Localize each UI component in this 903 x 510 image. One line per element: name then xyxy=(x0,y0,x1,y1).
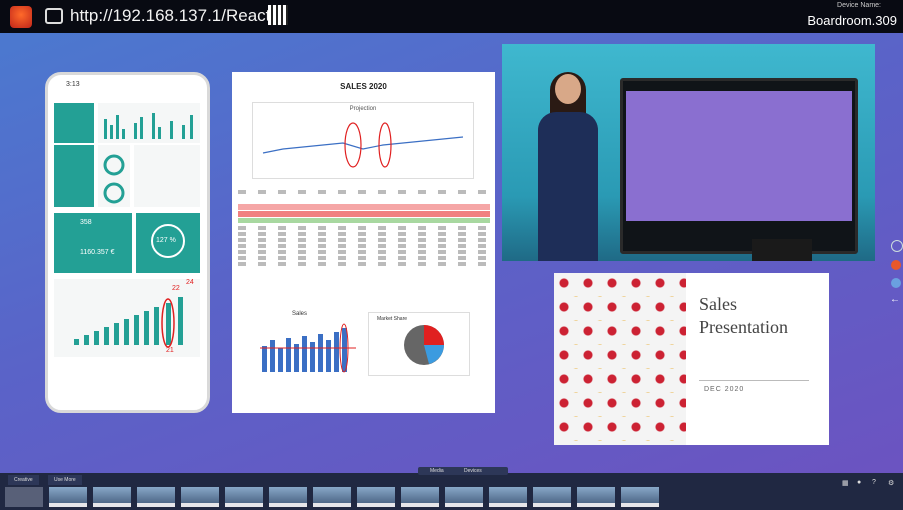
slide-title: Sales Presentation xyxy=(699,294,788,337)
thumbnail[interactable] xyxy=(445,487,483,507)
tab-media[interactable]: Media xyxy=(430,467,444,475)
stats-tile: 358 1160.357 € xyxy=(54,213,132,273)
display-screen xyxy=(620,78,858,254)
thumbnail[interactable] xyxy=(269,487,307,507)
bottom-media-bar: Creative Use More Media Devices ▦ ● ? ⚙ xyxy=(0,467,903,510)
chart-marker: 22 xyxy=(172,285,180,292)
kpi-tile xyxy=(54,103,94,143)
thumbnail[interactable] xyxy=(401,487,439,507)
thumbnail[interactable] xyxy=(357,487,395,507)
thumbnail[interactable] xyxy=(181,487,219,507)
document-title: SALES 2020 xyxy=(340,82,387,91)
sales-title: Sales xyxy=(292,311,308,317)
market-share-title: Market Share xyxy=(377,316,408,322)
help-icon[interactable]: ? xyxy=(872,479,876,486)
tab-devices[interactable]: Devices xyxy=(464,467,482,475)
thumbnail[interactable] xyxy=(5,487,43,507)
thumbnail[interactable] xyxy=(313,487,351,507)
growth-chart-panel: 22 24 21 xyxy=(54,279,200,357)
mini-lines-panel xyxy=(134,145,200,207)
camera-icon[interactable]: ● xyxy=(857,479,861,486)
thumbnail[interactable] xyxy=(489,487,527,507)
arrow-left-icon[interactable]: ← xyxy=(890,294,900,305)
thumbnail[interactable] xyxy=(577,487,615,507)
tab-use-more[interactable]: Use More xyxy=(48,475,82,485)
app-logo-icon[interactable] xyxy=(10,6,32,28)
thumbnail[interactable] xyxy=(621,487,659,507)
thumbnail[interactable] xyxy=(225,487,263,507)
display-stand xyxy=(752,239,812,261)
phone-dashboard-window[interactable]: 3:13 358 1160.357 € 127 % 22 24 21 xyxy=(45,72,210,413)
sales-table xyxy=(238,190,490,270)
presenter-figure xyxy=(528,72,608,261)
highlighted-row xyxy=(238,218,490,223)
market-share-chart: Market Share xyxy=(368,312,470,376)
device-label: Device Name: xyxy=(837,2,881,9)
chart-marker: 24 xyxy=(186,279,194,286)
media-devices-tabs: Media Devices xyxy=(418,467,508,475)
stat-b: 1160.357 € xyxy=(80,249,115,256)
settings-icon[interactable] xyxy=(891,240,903,252)
thumbnail[interactable] xyxy=(93,487,131,507)
sales-presentation-slide[interactable]: Sales Presentation DEC 2020 xyxy=(554,273,829,445)
projection-chart: Projection xyxy=(252,102,474,179)
bar-panel xyxy=(98,103,200,143)
stat-a: 358 xyxy=(80,219,92,226)
device-name: Boardroom.309 xyxy=(807,13,897,28)
thumbnail[interactable] xyxy=(49,487,87,507)
list-panel xyxy=(54,145,94,207)
shield-icon[interactable] xyxy=(891,278,901,288)
sales-document-window[interactable]: SALES 2020 Projection Sales Market Share xyxy=(232,72,495,413)
tab-creative[interactable]: Creative xyxy=(8,475,39,485)
settings-icon[interactable]: ⚙ xyxy=(888,479,894,487)
url-icon xyxy=(45,8,63,24)
slide-divider xyxy=(699,380,809,381)
chart-marker: 21 xyxy=(166,347,174,354)
thumbnail[interactable] xyxy=(533,487,571,507)
phone-time: 3:13 xyxy=(66,81,80,88)
top-bar: http://192.168.137.1/Reactiv/ Device Nam… xyxy=(0,0,903,33)
percent-tile: 127 % xyxy=(136,213,200,273)
sales-bar-chart: Sales xyxy=(252,308,362,378)
app-icon[interactable] xyxy=(891,260,901,270)
gauge-panel xyxy=(98,145,130,207)
highlighted-row xyxy=(238,204,490,210)
thumbnail-strip xyxy=(5,487,659,507)
grid-icon[interactable]: ▦ xyxy=(842,479,849,487)
highlighted-row xyxy=(238,211,490,217)
presenter-video-window[interactable] xyxy=(502,44,875,261)
thumbnail[interactable] xyxy=(137,487,175,507)
slide-date: DEC 2020 xyxy=(704,386,745,393)
right-edge-toolbar: ← xyxy=(889,240,903,310)
dots-artwork xyxy=(554,273,686,445)
percent-value: 127 % xyxy=(156,237,176,244)
projection-title: Projection xyxy=(349,106,377,112)
qr-code-icon[interactable] xyxy=(268,5,288,25)
url-text[interactable]: http://192.168.137.1/Reactiv/ xyxy=(70,6,287,26)
